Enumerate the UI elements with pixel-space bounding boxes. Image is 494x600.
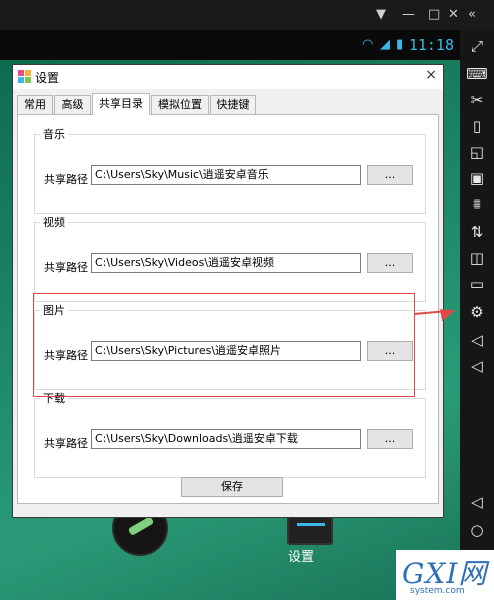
download-icon[interactable]: ▼: [376, 6, 386, 24]
pictures-group: 图片 共享路径 C:\Users\Sky\Pictures\逍遥安卓照片 ...: [34, 302, 426, 390]
watermark-sub-text: system.com: [410, 586, 465, 596]
settings-app-label[interactable]: 设置: [288, 546, 314, 565]
record-icon[interactable]: ▭: [460, 274, 494, 294]
annotation-arrow-head: [440, 306, 456, 322]
vibrate-icon[interactable]: ▯: [460, 116, 494, 136]
downloads-path-input[interactable]: C:\Users\Sky\Downloads\逍遥安卓下载: [91, 429, 361, 449]
downloads-group: 下载 共享路径 C:\Users\Sky\Downloads\逍遥安卓下载 ..…: [34, 390, 426, 478]
save-button[interactable]: 保存: [181, 477, 283, 497]
status-clock: 11:18: [408, 36, 454, 54]
transfer-icon[interactable]: ⇅: [460, 222, 494, 242]
tab-common[interactable]: 常用: [17, 95, 53, 114]
emulator-sidebar: ⤢ ⌨ ✂ ▯ ◱ ▣ ⩩ ⇅ ◫ ▭ ⚙ ◁ ◁ ◁ ○: [460, 30, 494, 600]
volume-down-icon[interactable]: ◁: [460, 356, 494, 376]
downloads-group-title: 下载: [40, 390, 68, 406]
settings-icon[interactable]: ⚙: [460, 302, 494, 322]
settings-window: 设置 × 常用 高级 共享目录 模拟位置 快捷键 音乐 共享路径 C:\User…: [12, 64, 444, 518]
tab-advanced[interactable]: 高级: [54, 95, 91, 114]
signal-icon: ◢: [380, 37, 390, 52]
pictures-browse-button[interactable]: ...: [367, 341, 413, 361]
pictures-group-title: 图片: [40, 302, 68, 318]
pictures-path-label: 共享路径: [44, 349, 88, 362]
volume-up-icon[interactable]: ◁: [460, 330, 494, 350]
home-icon[interactable]: ○: [460, 520, 494, 540]
shared-folders-panel: 音乐 共享路径 C:\Users\Sky\Music\逍遥安卓音乐 ... 视频…: [17, 114, 439, 504]
watermark-logo: GXI网 system.com: [396, 550, 494, 600]
apk-icon[interactable]: ▣: [460, 168, 494, 188]
fullscreen-icon[interactable]: ⤢: [460, 36, 494, 56]
shake-icon[interactable]: ◫: [460, 248, 494, 268]
music-group-title: 音乐: [40, 126, 68, 142]
pictures-path-input[interactable]: C:\Users\Sky\Pictures\逍遥安卓照片: [91, 341, 361, 361]
window-close-button[interactable]: ×: [425, 67, 437, 83]
window-title: 设置: [35, 71, 60, 85]
video-browse-button[interactable]: ...: [367, 253, 413, 273]
tab-shared-folders[interactable]: 共享目录: [92, 93, 150, 115]
video-path-input[interactable]: C:\Users\Sky\Videos\逍遥安卓视频: [91, 253, 361, 273]
rotate-icon[interactable]: ◱: [460, 142, 494, 162]
scissors-icon[interactable]: ✂: [460, 90, 494, 110]
downloads-path-label: 共享路径: [44, 437, 88, 450]
android-status-bar: ◠ ◢ ▮ 11:18: [0, 30, 460, 60]
music-path-label: 共享路径: [44, 173, 88, 186]
music-browse-button[interactable]: ...: [367, 165, 413, 185]
maximize-icon[interactable]: □: [428, 6, 440, 24]
window-titlebar: 设置 ×: [13, 65, 443, 89]
battery-icon: ▮: [396, 37, 404, 52]
music-path-input[interactable]: C:\Users\Sky\Music\逍遥安卓音乐: [91, 165, 361, 185]
tab-mock-location[interactable]: 模拟位置: [151, 95, 209, 114]
back-icon[interactable]: ◁: [460, 492, 494, 512]
video-path-label: 共享路径: [44, 261, 88, 274]
close-icon[interactable]: ✕: [448, 6, 459, 24]
broom-icon[interactable]: ⩩: [460, 194, 494, 214]
tab-shortcuts[interactable]: 快捷键: [210, 95, 256, 114]
app-logo-icon: [18, 70, 31, 83]
collapse-icon[interactable]: «: [468, 6, 476, 24]
downloads-browse-button[interactable]: ...: [367, 429, 413, 449]
minimize-icon[interactable]: —: [402, 6, 415, 24]
keyboard-icon[interactable]: ⌨: [460, 64, 494, 84]
video-group-title: 视频: [40, 214, 68, 230]
video-group: 视频 共享路径 C:\Users\Sky\Videos\逍遥安卓视频 ...: [34, 214, 426, 302]
wifi-icon: ◠: [362, 37, 374, 52]
emulator-top-bar: ▼ — □ ✕ «: [0, 0, 494, 30]
music-group: 音乐 共享路径 C:\Users\Sky\Music\逍遥安卓音乐 ...: [34, 126, 426, 214]
